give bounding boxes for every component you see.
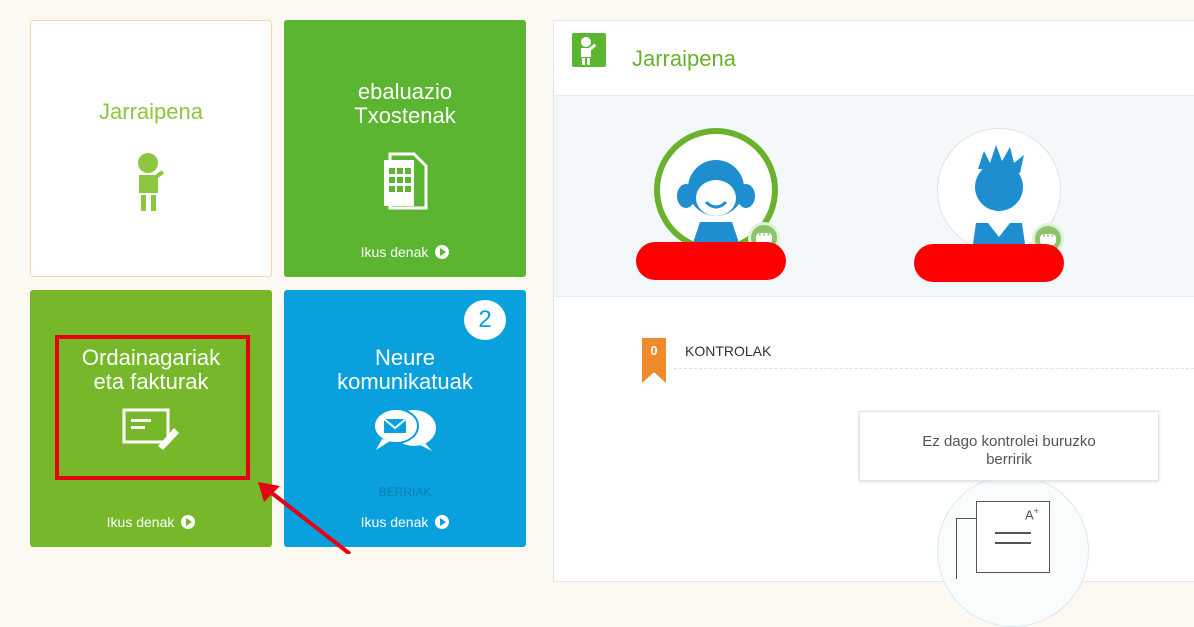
ebaluazio-see-all-link[interactable]: Ikus denak <box>284 244 526 260</box>
kontrolak-count-ribbon: 0 <box>642 338 666 383</box>
ebaluazio-tile-title: ebaluazio Txostenak <box>284 80 526 128</box>
graded-document-icon: A+ <box>976 501 1050 573</box>
notice-line2: berririk <box>986 451 1032 468</box>
jarraipena-tile-title: Jarraipena <box>99 99 203 124</box>
children-row <box>554 95 1194 297</box>
child-avatar-boy[interactable] <box>937 128 1064 255</box>
notice-line1: Ez dago kontrolei buruzko <box>922 433 1096 450</box>
jarraipena-tile[interactable]: Jarraipena <box>30 20 272 277</box>
no-kontrolak-notice: Ez dago kontrolei buruzko berririk <box>859 411 1159 481</box>
jarraipena-panel: Jarraipena 0 KONTROLAK <box>553 20 1194 627</box>
kontrolak-heading: KONTROLAK <box>685 343 772 359</box>
play-circle-icon <box>435 245 450 259</box>
chat-envelope-icon <box>373 408 436 451</box>
komunikatuak-title-line2: komunikatuak <box>337 369 473 394</box>
ordainagariak-see-all-label: Ikus denak <box>106 514 175 530</box>
name-redaction-1 <box>636 242 786 280</box>
annotation-arrow <box>258 482 352 554</box>
child-pointing-icon <box>572 33 606 67</box>
child-avatar-girl[interactable] <box>654 128 780 254</box>
ordainagariak-see-all-link[interactable]: Ikus denak <box>30 514 272 530</box>
komunikatuak-title-line1: Neure <box>375 345 435 370</box>
komunikatuak-see-all-label: Ikus denak <box>360 514 429 530</box>
ebaluazio-title-line1: ebaluazio <box>357 79 453 104</box>
unread-count-badge: 2 <box>464 300 506 340</box>
highlight-box <box>55 335 250 480</box>
play-circle-icon <box>435 515 450 529</box>
report-document-icon <box>384 152 428 210</box>
play-circle-icon <box>181 515 196 529</box>
ebaluazio-title-line2: Txostenak <box>354 103 456 128</box>
name-redaction-2 <box>914 244 1064 282</box>
panel-title: Jarraipena <box>632 46 736 71</box>
section-divider <box>674 368 1194 369</box>
ebaluazio-see-all-label: Ikus denak <box>360 244 429 260</box>
child-pointing-icon <box>138 153 165 211</box>
ebaluazio-txostenak-tile[interactable]: ebaluazio Txostenak Ikus denak <box>284 20 526 277</box>
komunikatuak-tile-title: Neure komunikatuak <box>284 346 526 394</box>
